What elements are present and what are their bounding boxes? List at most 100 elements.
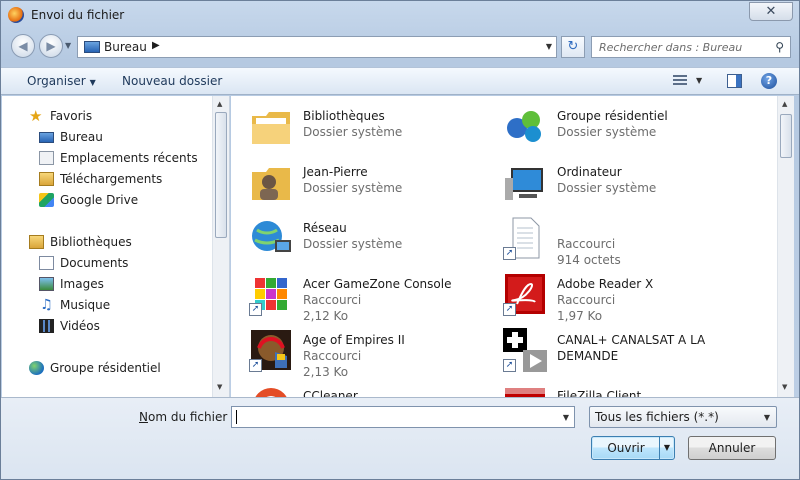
file-item[interactable]: Bibliothèques Dossier système — [231, 98, 481, 150]
computer-icon — [505, 168, 543, 200]
breadcrumb-arrow-icon[interactable]: ▶ — [152, 40, 160, 51]
file-type: Dossier système — [303, 181, 403, 195]
sidebar-item-label: Google Drive — [60, 193, 139, 207]
location-text: Bureau — [104, 40, 147, 54]
close-button[interactable]: ✕ — [749, 2, 793, 21]
change-view-icon[interactable] — [673, 75, 687, 87]
file-item[interactable]: ➚ Raccourci 914 octets — [485, 210, 735, 267]
sidebar-item-music[interactable]: ♫ Musique — [39, 296, 209, 314]
file-name: Bibliothèques — [303, 109, 385, 123]
sidebar-item-label: Images — [60, 277, 104, 291]
file-size: 2,13 Ko — [303, 365, 349, 379]
file-name: CANAL+ CANALSAT A LA — [557, 333, 706, 347]
scroll-down-arrow-icon[interactable]: ▼ — [782, 383, 787, 391]
file-size: 914 octets — [557, 253, 621, 267]
file-list-scrollbar[interactable]: ▲ ▼ — [777, 96, 794, 397]
sidebar-item-homegroup[interactable]: Groupe résidentiel — [29, 359, 209, 377]
shortcut-arrow-icon: ➚ — [503, 359, 516, 372]
sidebar-item-label: Vidéos — [60, 319, 100, 333]
file-item[interactable]: Ordinateur Dossier système — [485, 154, 735, 206]
scrollbar-thumb[interactable] — [215, 112, 227, 238]
file-type-filter[interactable]: Tous les fichiers (*.*) ▼ — [589, 406, 777, 428]
refresh-button[interactable]: ↻ — [561, 36, 585, 58]
file-type: Dossier système — [557, 181, 657, 195]
recent-locations-dropdown[interactable]: ▼ — [65, 41, 71, 50]
file-item[interactable]: Jean-Pierre Dossier système — [231, 154, 481, 206]
preview-pane-icon[interactable] — [727, 74, 742, 88]
file-item[interactable]: FileZilla Client — [485, 378, 735, 397]
file-name: FileZilla Client — [557, 389, 642, 397]
new-folder-button[interactable]: Nouveau dossier — [122, 74, 222, 88]
file-name: Age of Empires II — [303, 333, 405, 347]
text-cursor — [236, 410, 237, 424]
desktop-icon — [84, 41, 100, 53]
chevron-down-icon: ▼ — [763, 413, 770, 422]
open-options-dropdown-icon[interactable]: ▼ — [659, 437, 674, 459]
file-item[interactable]: ➚ Acer GameZone Console Raccourci 2,12 K… — [231, 266, 481, 323]
star-icon: ★ — [29, 107, 43, 125]
file-type: Raccourci — [303, 349, 362, 363]
desktop-icon — [39, 132, 54, 143]
help-icon[interactable]: ? — [761, 73, 777, 89]
file-item[interactable]: ➚ CANAL+ CANALSAT A LA DEMANDE — [485, 322, 735, 374]
back-button[interactable]: ◀ — [11, 34, 35, 58]
libraries-folder-icon — [252, 112, 290, 144]
network-icon — [252, 221, 291, 252]
organize-button[interactable]: Organiser ▼ — [27, 74, 96, 88]
scroll-up-arrow-icon[interactable]: ▲ — [217, 100, 222, 108]
sidebar-item-label: Groupe résidentiel — [50, 361, 161, 375]
ccleaner-icon — [255, 388, 287, 397]
search-input[interactable]: Rechercher dans : Bureau ⚲ — [591, 36, 791, 58]
sidebar-item-label: Favoris — [50, 109, 93, 123]
sidebar-item-google-drive[interactable]: Google Drive — [39, 191, 209, 209]
search-placeholder: Rechercher dans : Bureau — [599, 41, 743, 54]
location-field[interactable]: Bureau ▶ ▼ — [77, 36, 557, 58]
shortcut-arrow-icon: ➚ — [503, 247, 516, 260]
google-drive-icon — [39, 193, 54, 207]
sidebar-item-favorites[interactable]: ★ Favoris — [29, 107, 209, 125]
sidebar-item-label: Bibliothèques — [50, 235, 132, 249]
file-type-filter-value: Tous les fichiers (*.*) — [595, 410, 719, 424]
file-item[interactable]: Réseau Dossier système — [231, 210, 481, 262]
file-name: Acer GameZone Console — [303, 277, 452, 291]
command-toolbar: Organiser ▼ Nouveau dossier ▼ ? — [1, 67, 799, 95]
scroll-down-arrow-icon[interactable]: ▼ — [217, 383, 222, 391]
firefox-icon — [8, 7, 24, 23]
filename-field[interactable]: ▼ — [231, 406, 575, 428]
shortcut-arrow-icon: ➚ — [503, 303, 516, 316]
filename-label: Nom du fichier : — [139, 410, 235, 424]
navigation-pane-scrollbar[interactable]: ▲ ▼ — [212, 96, 229, 397]
downloads-icon — [39, 172, 54, 186]
scrollbar-thumb[interactable] — [780, 114, 792, 158]
cancel-button[interactable]: Annuler — [688, 436, 776, 460]
filezilla-icon — [505, 388, 545, 397]
recent-places-icon — [39, 151, 54, 165]
videos-icon — [39, 319, 54, 333]
scroll-up-arrow-icon[interactable]: ▲ — [782, 100, 787, 108]
user-folder-icon — [252, 168, 290, 200]
organize-label: Organiser — [27, 74, 86, 88]
file-item[interactable]: Groupe résidentiel Dossier système — [485, 98, 735, 150]
homegroup-icon — [507, 111, 541, 142]
sidebar-item-recent-places[interactable]: Emplacements récents — [39, 149, 209, 167]
file-type: Dossier système — [557, 125, 657, 139]
sidebar-item-libraries[interactable]: Bibliothèques — [29, 233, 209, 251]
sidebar-item-bureau[interactable]: Bureau — [39, 128, 209, 146]
file-item[interactable]: CCleaner — [231, 378, 481, 397]
forward-button[interactable]: ▶ — [39, 34, 63, 58]
file-item[interactable]: ➚ Age of Empires II Raccourci 2,13 Ko — [231, 322, 481, 379]
sidebar-item-images[interactable]: Images — [39, 275, 209, 293]
open-button[interactable]: Ouvrir ▼ — [591, 436, 675, 460]
sidebar-item-videos[interactable]: Vidéos — [39, 317, 209, 335]
view-dropdown-icon[interactable]: ▼ — [696, 76, 702, 85]
search-icon[interactable]: ⚲ — [775, 40, 784, 54]
location-dropdown-icon[interactable]: ▼ — [546, 42, 552, 51]
sidebar-item-documents[interactable]: Documents — [39, 254, 209, 272]
sidebar-item-downloads[interactable]: Téléchargements — [39, 170, 209, 188]
filename-label-accesskey: N — [139, 410, 148, 424]
file-type: Dossier système — [303, 125, 403, 139]
file-item[interactable]: ➚ Adobe Reader X Raccourci 1,97 Ko — [485, 266, 735, 323]
dialog-footer: Nom du fichier : ▼ Tous les fichiers (*.… — [1, 397, 799, 479]
address-bar: ◀ ▶ ▼ Bureau ▶ ▼ ↻ Rechercher dans : Bur… — [1, 31, 799, 63]
filename-dropdown-icon[interactable]: ▼ — [563, 413, 569, 422]
